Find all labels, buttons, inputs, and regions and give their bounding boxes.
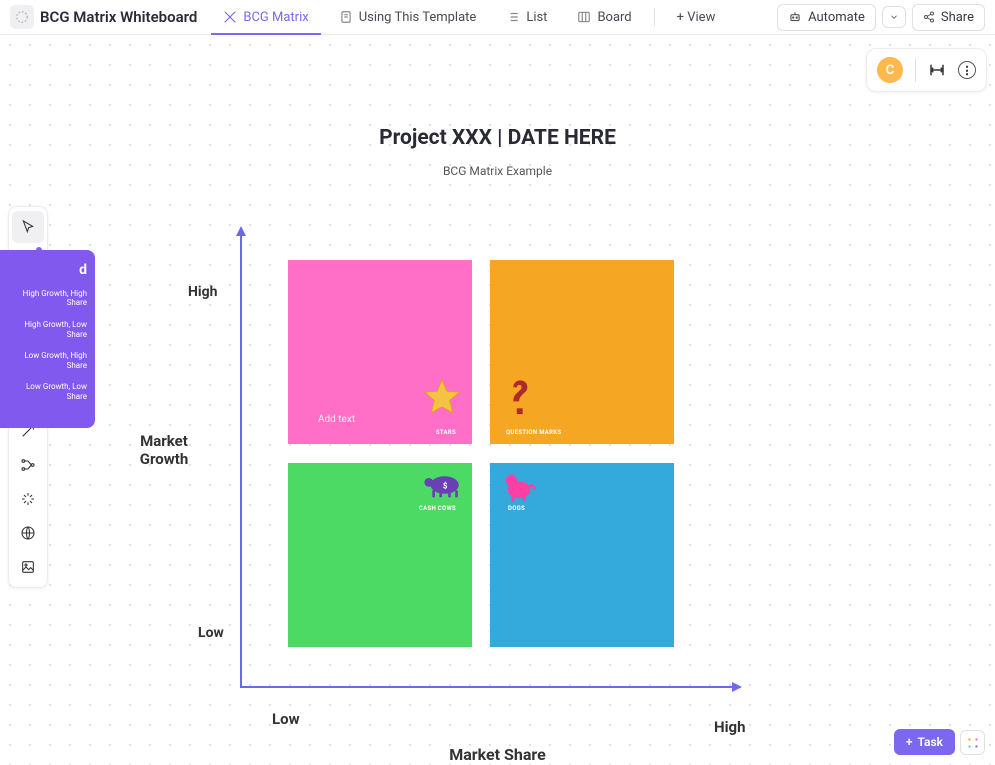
- view-label: + View: [677, 10, 716, 25]
- whiteboard-icon: [223, 10, 237, 24]
- y-axis-title: MarketGrowth: [133, 432, 195, 468]
- plus-icon: +: [906, 735, 913, 749]
- tool-web[interactable]: [12, 517, 44, 549]
- legend-card[interactable]: d High Growth, HighShare High Growth, Lo…: [0, 250, 95, 428]
- question-icon: [504, 378, 532, 424]
- tab-label: List: [526, 10, 547, 25]
- task-button[interactable]: + Task: [894, 729, 955, 755]
- quadrant-dogs[interactable]: DOGS: [490, 463, 674, 647]
- tab-list[interactable]: List: [494, 0, 559, 35]
- y-axis-high-label: High: [188, 284, 217, 300]
- tab-board[interactable]: Board: [565, 0, 643, 35]
- task-label: Task: [918, 735, 944, 749]
- tab-label: Board: [597, 10, 631, 25]
- apps-button[interactable]: [960, 730, 985, 755]
- tool-image[interactable]: [12, 551, 44, 583]
- x-axis-high-label: High: [714, 718, 746, 736]
- quadrant-stars[interactable]: Add text STARS: [288, 260, 472, 444]
- top-bar: BCG Matrix Whiteboard BCG Matrix Using T…: [0, 0, 995, 35]
- dog-icon: [500, 467, 538, 507]
- quadrant-cash-cows[interactable]: $ CASH COWS: [288, 463, 472, 647]
- add-view-button[interactable]: + View: [665, 0, 728, 35]
- legend-item: Low Growth, LowShare: [8, 382, 87, 401]
- doc-icon: [339, 10, 353, 24]
- tab-label: Using This Template: [359, 10, 477, 25]
- divider: [915, 58, 916, 82]
- tab-using-template[interactable]: Using This Template: [327, 0, 489, 35]
- image-icon: [20, 559, 36, 575]
- quadrant-label: DOGS: [508, 505, 533, 512]
- sparkle-icon: [20, 491, 36, 507]
- chart-subtitle[interactable]: BCG Matrix Example: [0, 164, 995, 178]
- fit-width-icon[interactable]: [928, 61, 946, 79]
- avatar[interactable]: C: [877, 57, 903, 83]
- legend-item: Low Growth, HighShare: [8, 351, 87, 370]
- automate-label: Automate: [808, 10, 865, 25]
- cursor-icon: [20, 219, 36, 235]
- legend-header: d: [8, 262, 87, 279]
- y-axis-low-label: Low: [198, 625, 224, 641]
- share-icon: [923, 11, 935, 23]
- divider: [654, 8, 655, 26]
- quadrant-label: CASH COWS: [419, 505, 464, 512]
- chevron-down-icon: [889, 12, 899, 22]
- tool-nodes[interactable]: [12, 449, 44, 481]
- tool-select[interactable]: [12, 211, 44, 243]
- cow-icon: $: [420, 469, 464, 505]
- legend-item: High Growth, LowShare: [8, 320, 87, 339]
- automate-dropdown[interactable]: [882, 6, 906, 28]
- quadrant-question-marks[interactable]: QUESTION MARKS: [490, 260, 674, 444]
- quadrant-label: STARS: [296, 429, 464, 436]
- legend-item: High Growth, HighShare: [8, 289, 87, 308]
- automate-button[interactable]: Automate: [777, 4, 876, 31]
- svg-text:$: $: [443, 482, 448, 491]
- presence-bar: C ⋮: [866, 48, 987, 92]
- list-icon: [506, 10, 520, 24]
- nodes-icon: [20, 457, 36, 473]
- star-icon: [420, 376, 464, 424]
- tab-label: BCG Matrix: [243, 10, 308, 25]
- tool-ai[interactable]: [12, 483, 44, 515]
- chart-title[interactable]: Project XXX | DATE HERE: [0, 126, 995, 150]
- tab-bcg-matrix[interactable]: BCG Matrix: [211, 0, 320, 35]
- share-button[interactable]: Share: [912, 4, 985, 31]
- share-label: Share: [941, 10, 974, 25]
- doc-icon[interactable]: [10, 5, 34, 29]
- globe-icon: [20, 525, 36, 541]
- x-axis-title: Market Share: [0, 745, 995, 764]
- x-axis: [240, 686, 740, 688]
- robot-icon: [788, 10, 802, 24]
- more-options-icon[interactable]: ⋮: [958, 61, 976, 79]
- board-icon: [577, 10, 591, 24]
- doc-title[interactable]: BCG Matrix Whiteboard: [40, 8, 197, 26]
- grid-icon: [966, 736, 980, 750]
- y-axis: [240, 228, 242, 688]
- quadrant-label: QUESTION MARKS: [498, 429, 666, 436]
- x-axis-low-label: Low: [272, 710, 300, 728]
